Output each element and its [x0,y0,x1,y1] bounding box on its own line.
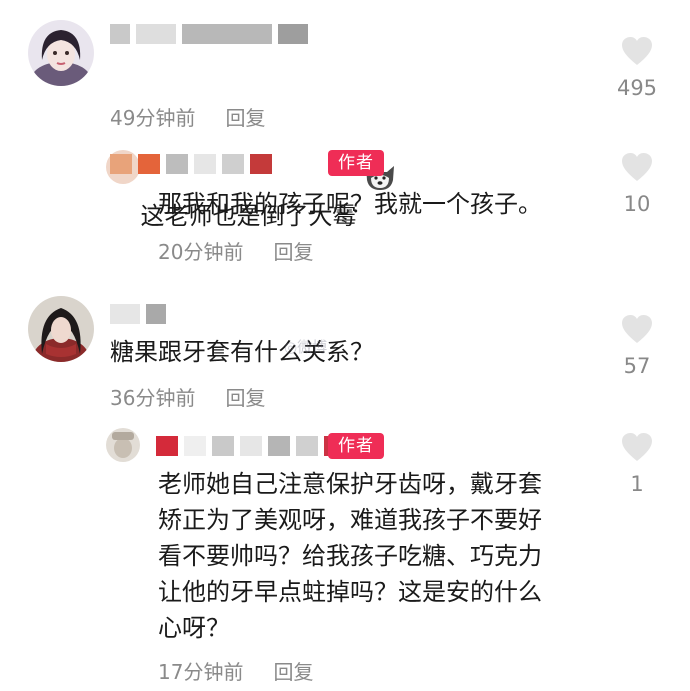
username-masked[interactable] [110,304,166,324]
reply-button[interactable]: 回复 [273,656,313,685]
comment-text: 老师她自己注意保护牙齿呀，戴牙套 矫正为了美观呀，难道我孩子不要好 看不要帅吗？… [158,470,542,642]
avatar[interactable] [106,428,140,462]
comment-text: 那我和我的孩子呢？我就一个孩子。 [158,190,542,218]
timestamp: 49分钟前 [110,106,196,130]
like-button[interactable]: 57 [602,314,672,378]
avatar[interactable] [28,296,94,362]
author-badge: 作者 [328,433,384,459]
comment-meta: 17分钟前 回复 [158,656,313,685]
username-masked[interactable] [110,24,308,44]
heart-icon [622,315,652,343]
heart-icon [622,433,652,461]
watermark: ◎微博 [284,338,328,356]
heart-icon [622,153,652,181]
timestamp: 17分钟前 [158,660,244,684]
username-masked[interactable] [110,154,272,174]
like-count: 57 [623,354,651,378]
reply-button[interactable]: 回复 [273,236,313,265]
avatar[interactable] [28,20,94,86]
comment-meta: 20分钟前 回复 [158,236,313,265]
dog-icon [363,90,397,190]
comment-text: 糖果跟牙套有什么关系？ [110,338,374,366]
heart-icon [622,37,652,65]
comment-meta: 36分钟前 回复 [110,382,265,411]
like-count: 1 [630,472,644,496]
timestamp: 36分钟前 [110,386,196,410]
like-count: 495 [616,76,658,100]
like-button[interactable]: 495 [602,36,672,100]
like-button[interactable]: 10 [602,152,672,216]
author-badge: 作者 [328,150,384,176]
like-count: 10 [623,192,651,216]
like-button[interactable]: 1 [602,432,672,496]
reply-button[interactable]: 回复 [225,382,265,411]
timestamp: 20分钟前 [158,240,244,264]
reply-button[interactable]: 回复 [225,102,265,131]
comment-meta: 49分钟前 回复 [110,102,265,131]
username-masked[interactable] [156,436,346,456]
